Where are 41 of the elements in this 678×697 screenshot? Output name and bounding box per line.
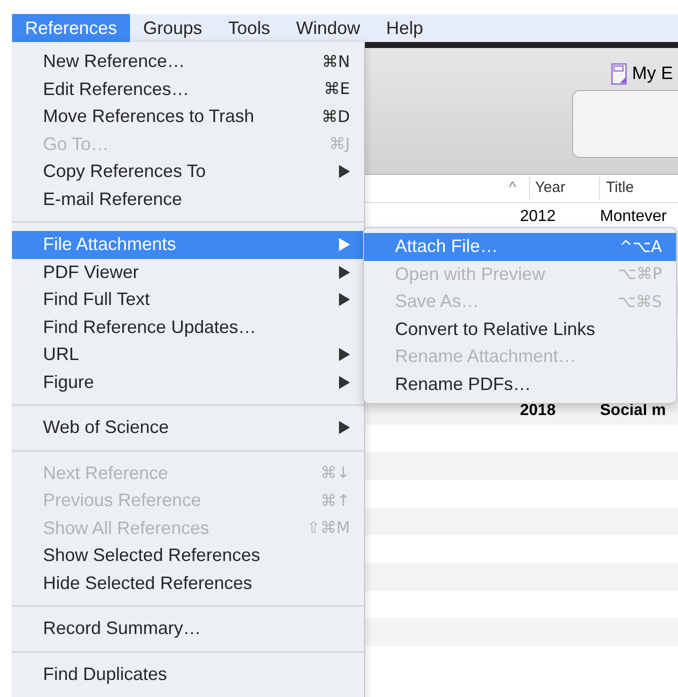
menu-item[interactable]: Figure [12, 368, 364, 396]
menu-item[interactable]: Record Summary… [12, 615, 364, 642]
column-header[interactable]: Year [529, 177, 599, 200]
menu-bar-item[interactable]: Tools [215, 14, 284, 42]
menu-item[interactable]: URL [12, 341, 364, 368]
shortcut-label: ⌘J [329, 133, 350, 156]
library-title: My E [632, 62, 674, 85]
library-icon [611, 62, 627, 84]
shortcut-label: ^⌥A [619, 236, 662, 258]
menu-item[interactable]: Find Full Text [12, 286, 364, 314]
shortcut-label: ⌘E [324, 78, 350, 100]
menu-item[interactable]: Copy References To [12, 158, 364, 186]
menu-item[interactable]: Show Selected References [12, 542, 364, 570]
shortcut-label: ⇧⌘M [306, 517, 350, 540]
menu-item[interactable]: New Reference… ⌘N [12, 48, 364, 76]
menu-bar-item[interactable]: Groups [130, 14, 216, 42]
table-cell-text: Social m [600, 400, 666, 421]
shortcut-label: ⌘N [322, 50, 350, 73]
menu-bar-item[interactable]: Window [283, 14, 374, 42]
menu-item[interactable]: PDF Viewer [12, 258, 364, 286]
column-header[interactable]: Title [599, 177, 634, 200]
shortcut-label: ⌘D [322, 106, 350, 128]
shortcut-label: ⌥⌘P [618, 263, 662, 286]
menu-item[interactable]: E-mail Reference [12, 186, 364, 213]
menu-bar-item[interactable]: Help [373, 14, 436, 42]
menu-item[interactable]: Find Reference Updates… [12, 314, 364, 341]
menu-item[interactable]: Rename PDFs… [364, 370, 676, 398]
shortcut-label: ⌘↑ [320, 490, 350, 512]
table-cell-text: 2018 [520, 400, 557, 421]
menu-item[interactable]: Hide Selected References [12, 570, 364, 597]
toolbar-button[interactable] [572, 90, 678, 158]
shortcut-label: ⌥⌘S [617, 290, 662, 313]
sort-indicator[interactable]: ^ [509, 177, 529, 200]
menu-item[interactable]: Edit References… ⌘E [12, 76, 364, 103]
shortcut-label: ⌘↓ [320, 462, 350, 484]
menu-item[interactable]: Move References to Trash ⌘D [12, 103, 364, 130]
table-cell-text: 2012 [520, 206, 557, 227]
menu-item[interactable]: Convert to Relative Links [364, 316, 676, 343]
menu-item[interactable]: Find Duplicates [12, 660, 364, 688]
table-cell-text: Montever [600, 206, 667, 227]
menu-item[interactable]: Web of Science [12, 414, 364, 442]
